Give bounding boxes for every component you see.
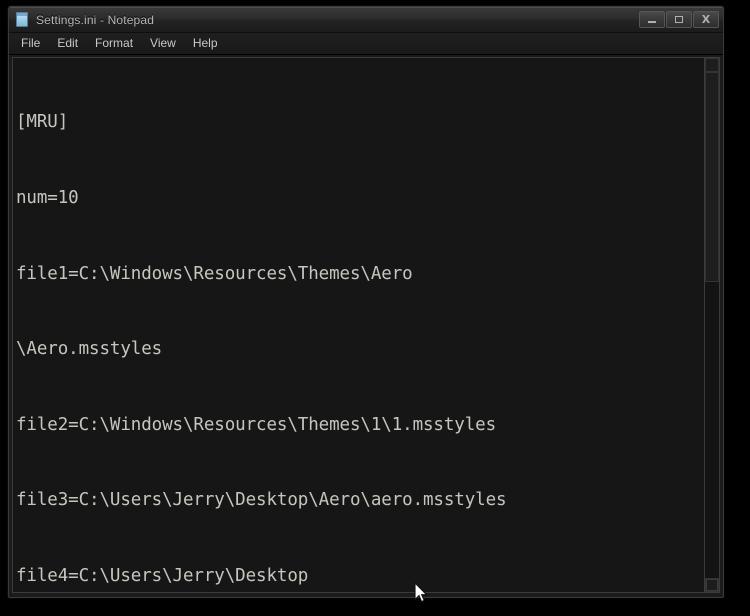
window-controls: X xyxy=(639,11,721,28)
window-title: Settings.ini - Notepad xyxy=(36,12,155,27)
notepad-window: Settings.ini - Notepad X File Edit Forma… xyxy=(8,6,724,598)
scroll-up-arrow-icon[interactable] xyxy=(705,58,719,72)
scrollbar-thumb[interactable] xyxy=(705,72,719,282)
text-line: file1=C:\Windows\Resources\Themes\Aero xyxy=(16,263,413,284)
menu-item-edit[interactable]: Edit xyxy=(53,34,87,53)
resize-grip[interactable] xyxy=(706,579,718,591)
menu-bar: File Edit Format View Help xyxy=(9,33,723,55)
maximize-button[interactable] xyxy=(666,11,692,28)
text-line: file4=C:\Users\Jerry\Desktop xyxy=(16,565,309,586)
text-line: \Aero.msstyles xyxy=(16,339,163,360)
text-line: file2=C:\Windows\Resources\Themes\1\1.ms… xyxy=(16,414,497,435)
vertical-scrollbar[interactable] xyxy=(704,58,719,592)
scrollbar-track[interactable] xyxy=(705,72,719,578)
menu-item-help[interactable]: Help xyxy=(189,34,227,53)
close-button[interactable]: X xyxy=(693,11,719,28)
menu-item-file[interactable]: File xyxy=(17,34,49,53)
notepad-icon xyxy=(15,12,29,27)
maximize-icon xyxy=(675,16,683,23)
text-line: [MRU] xyxy=(16,112,69,133)
minimize-icon xyxy=(648,21,656,23)
desktop-background: Settings.ini - Notepad X File Edit Forma… xyxy=(0,0,750,616)
menu-item-view[interactable]: View xyxy=(146,34,185,53)
text-line: num=10 xyxy=(16,188,79,208)
close-icon: X xyxy=(701,13,711,26)
minimize-button[interactable] xyxy=(639,11,665,28)
text-editor[interactable]: [MRU] num=10 file1=C:\Windows\Resources\… xyxy=(13,58,704,592)
editor-container: [MRU] num=10 file1=C:\Windows\Resources\… xyxy=(12,57,720,593)
text-line: file3=C:\Users\Jerry\Desktop\Aero\aero.m… xyxy=(16,490,507,511)
window-titlebar[interactable]: Settings.ini - Notepad X xyxy=(9,7,723,33)
menu-item-format[interactable]: Format xyxy=(91,34,142,53)
